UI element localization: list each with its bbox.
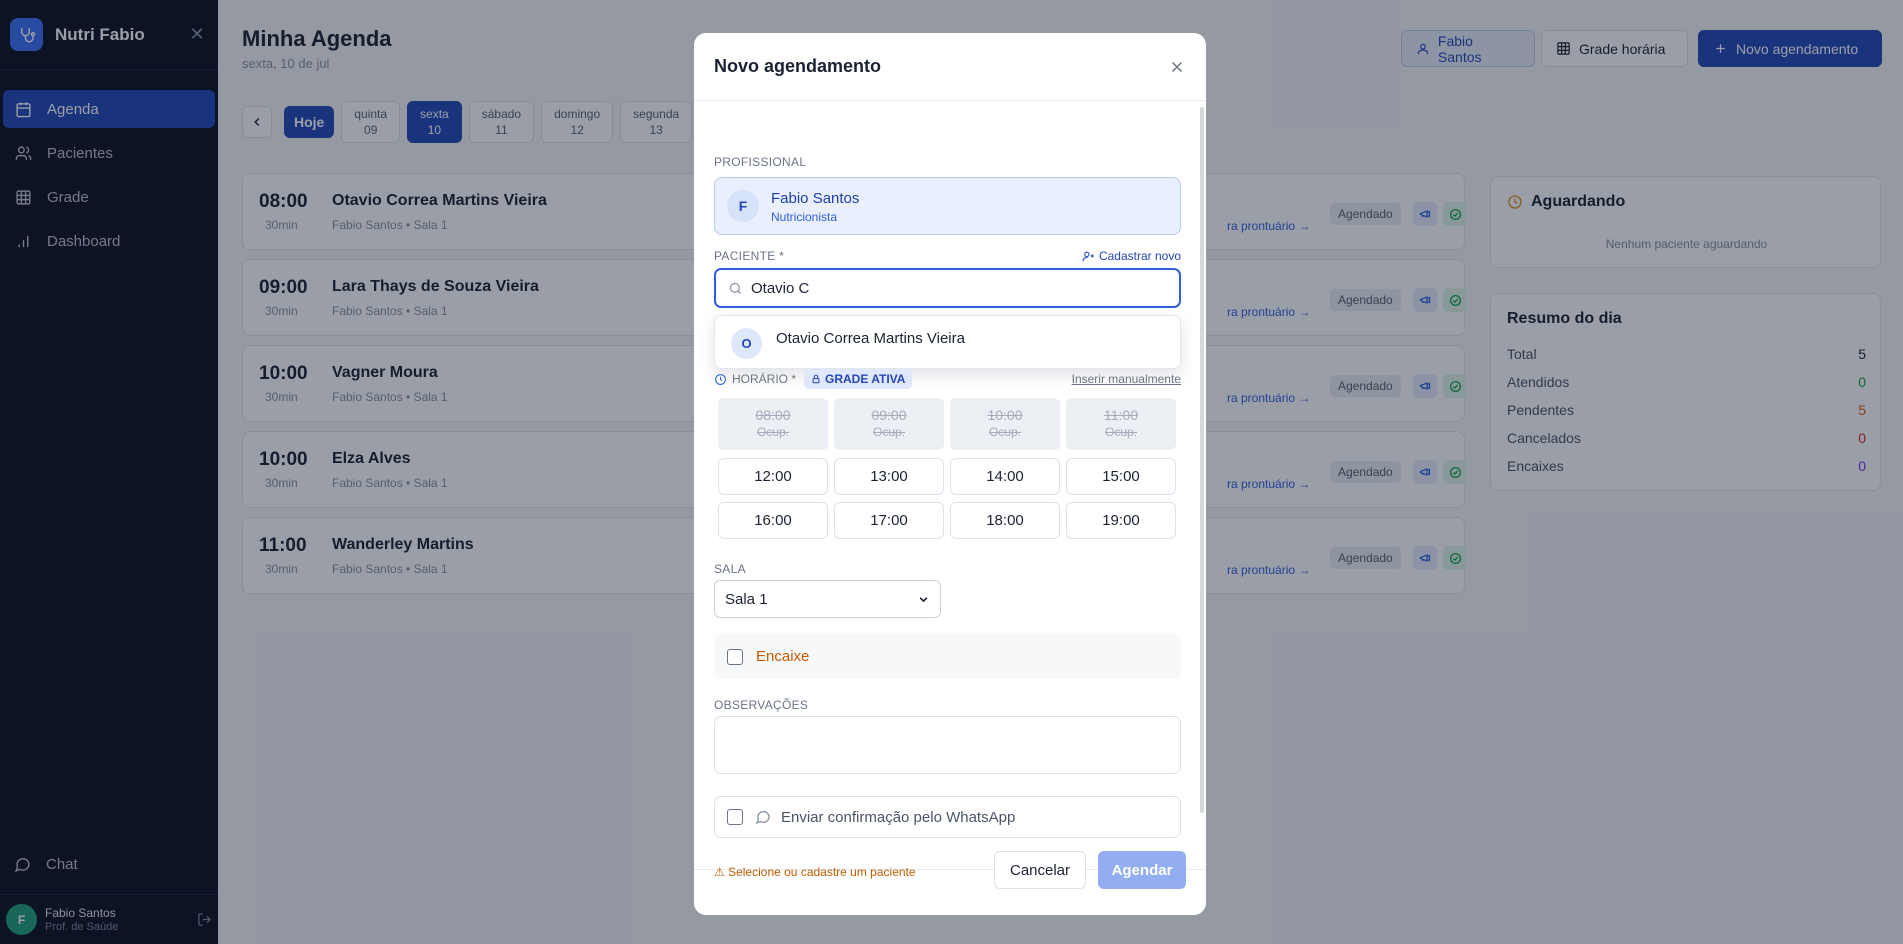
manual-time-link[interactable]: Inserir manualmente: [1072, 372, 1181, 386]
search-value: Otavio C: [751, 279, 810, 297]
encaixe-label: Encaixe: [756, 648, 810, 665]
time-slot[interactable]: 16:00: [718, 502, 828, 539]
professional-role: Nutricionista: [771, 210, 838, 224]
encaixe-option[interactable]: Encaixe: [714, 634, 1181, 679]
avatar: F: [727, 190, 759, 222]
whatsapp-checkbox[interactable]: [727, 809, 743, 825]
register-patient-link[interactable]: Cadastrar novo: [1082, 249, 1181, 263]
encaixe-checkbox[interactable]: [727, 648, 743, 665]
notes-label: OBSERVAÇÕES: [714, 698, 809, 712]
slot-time: 10:00: [987, 407, 1023, 423]
room-label: SALA: [714, 562, 746, 576]
time-slot[interactable]: 17:00: [834, 502, 944, 539]
slot-time: 09:00: [871, 407, 907, 423]
modal-header: Novo agendamento: [694, 33, 1206, 101]
room-select[interactable]: Sala 1: [714, 580, 941, 618]
register-link-text: Cadastrar novo: [1098, 249, 1181, 263]
whatsapp-confirmation-option[interactable]: Enviar confirmação pelo WhatsApp: [714, 796, 1181, 838]
time-slot[interactable]: 18:00: [950, 502, 1060, 539]
slot-occupied-text: Ocup.: [756, 425, 789, 439]
modal-scrollbar[interactable]: [1200, 107, 1204, 813]
professional-label: PROFISSIONAL: [714, 155, 807, 169]
warning-message: ⚠ Selecione ou cadastre um paciente: [714, 865, 916, 879]
patient-label: PACIENTE *: [714, 249, 785, 263]
time-slot[interactable]: 15:00: [1066, 458, 1176, 495]
chevron-down-icon: [919, 596, 928, 602]
new-appointment-modal: Novo agendamento PROFISSIONAL F Fabio Sa…: [694, 33, 1206, 915]
notes-textarea[interactable]: [714, 716, 1181, 774]
slot-time: 11:00: [1104, 407, 1138, 423]
patient-results-dropdown: O Otavio Correa Martins Vieira: [714, 315, 1181, 369]
clock-icon: [715, 373, 726, 385]
user-plus-icon: [1082, 251, 1094, 261]
slot-occupied-text: Ocup.: [872, 425, 905, 439]
schedule-button[interactable]: Agendar: [1098, 851, 1186, 889]
time-slot[interactable]: 14:00: [950, 458, 1060, 495]
time-slot[interactable]: 13:00: [834, 458, 944, 495]
close-icon[interactable]: [1168, 58, 1186, 76]
professional-card[interactable]: F Fabio Santos Nutricionista: [714, 177, 1181, 235]
professional-name: Fabio Santos: [771, 190, 860, 207]
slot-occupied-text: Ocup.: [1104, 425, 1137, 439]
slot-time: 08:00: [755, 407, 791, 423]
time-label: HORÁRIO *: [732, 372, 797, 386]
slot-occupied-text: Ocup.: [988, 425, 1021, 439]
modal-title: Novo agendamento: [714, 56, 882, 76]
grade-badge-text: GRADE ATIVA: [825, 372, 906, 386]
cancel-button[interactable]: Cancelar: [994, 851, 1086, 889]
message-circle-icon: [755, 810, 770, 825]
patient-search-input[interactable]: Otavio C: [714, 268, 1181, 308]
patient-result-name: Otavio Correa Martins Vieira: [776, 330, 965, 347]
time-slot-occupied: 11:00 Ocup.: [1066, 398, 1176, 450]
time-slot-occupied: 09:00 Ocup.: [834, 398, 944, 450]
time-slot-occupied: 10:00 Ocup.: [950, 398, 1060, 450]
search-icon: [729, 282, 741, 294]
room-value: Sala 1: [725, 590, 768, 608]
modal-body: PROFISSIONAL F Fabio Santos Nutricionist…: [694, 101, 1206, 869]
grade-active-badge: GRADE ATIVA: [804, 369, 913, 389]
whatsapp-label: Enviar confirmação pelo WhatsApp: [781, 808, 1016, 826]
time-slot[interactable]: 12:00: [718, 458, 828, 495]
lock-icon: [812, 374, 820, 384]
time-slot[interactable]: 19:00: [1066, 502, 1176, 539]
avatar: O: [731, 328, 762, 359]
time-slot-occupied: 08:00 Ocup.: [718, 398, 828, 450]
